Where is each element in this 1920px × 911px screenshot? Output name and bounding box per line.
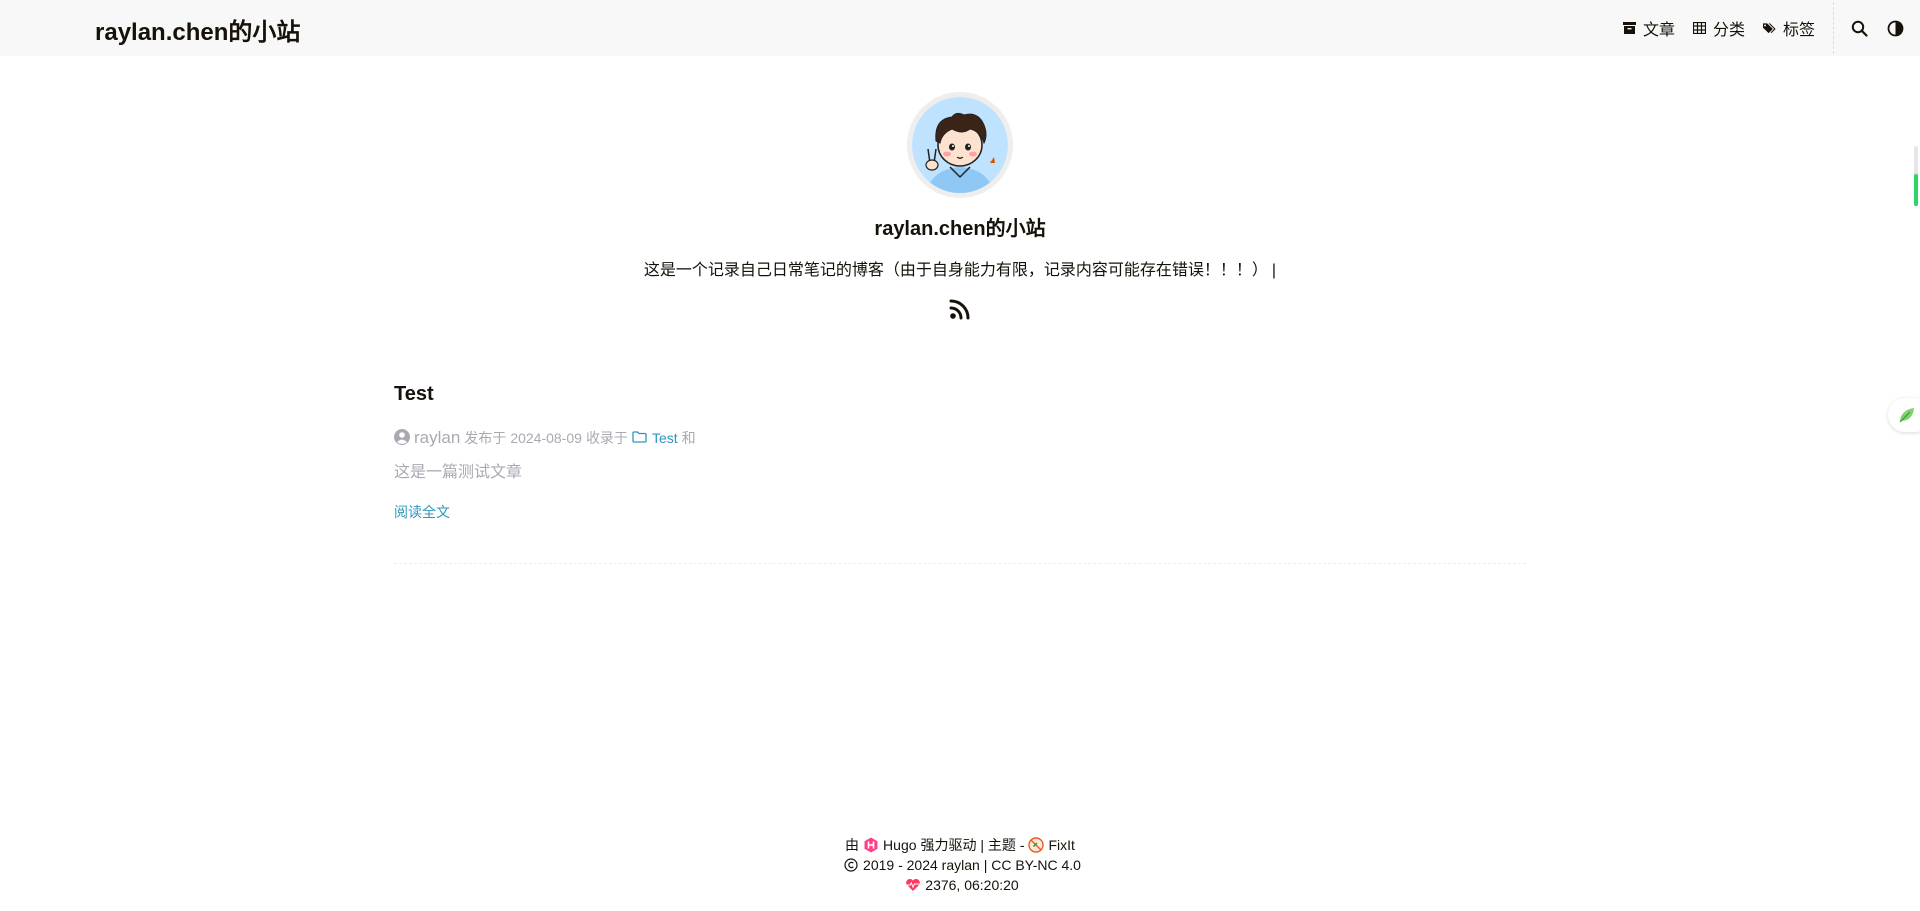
site-footer: 由 Hugo 强力驱动 | 主题 - FixIt 2019 - 2024 ray… [0, 835, 1920, 895]
rss-link[interactable] [948, 297, 972, 321]
folder-icon [632, 430, 647, 446]
grid-icon [1693, 21, 1707, 35]
read-more-link[interactable]: 阅读全文 [394, 502, 450, 522]
post-meta: raylan 发布于 2024-08-09 收录于 Test 和 [394, 428, 1526, 448]
site-header: raylan.chen的小站 文章 分类 标签 [0, 0, 1920, 56]
footer-copyright-line: 2019 - 2024 raylan | CC BY-NC 4.0 [0, 855, 1920, 875]
fixit-theme-link[interactable]: FixIt [1048, 835, 1074, 855]
fixit-icon [1028, 837, 1045, 853]
user-circle-icon [394, 428, 410, 448]
post-author[interactable]: raylan [414, 428, 460, 448]
footer-runtime-line: 2376, 06:20:20 [0, 875, 1920, 895]
footer-powered-suffix: 强力驱动 | 主题 - [920, 837, 1025, 853]
footer-powered-prefix: 由 [845, 837, 860, 853]
theme-toggle-button[interactable] [1884, 17, 1906, 39]
hugo-icon [863, 837, 879, 853]
post-category-link[interactable]: Test [632, 430, 678, 446]
post-divider [394, 563, 1526, 564]
avatar-image [912, 97, 1008, 193]
profile-subtitle-text: 这是一个记录自己日常笔记的博客（由于自身能力有限，记录内容可能存在错误！！！） [643, 262, 1268, 279]
footer-powered-line: 由 Hugo 强力驱动 | 主题 - FixIt [0, 835, 1920, 855]
published-prefix: 发布于 [464, 430, 507, 446]
typing-cursor: | [1271, 262, 1277, 279]
post-date: 2024-08-09 [510, 430, 582, 446]
tags-icon [1762, 21, 1777, 35]
profile-subtitle: 这是一个记录自己日常笔记的博客（由于自身能力有限，记录内容可能存在错误！！！） | [0, 256, 1920, 280]
heartbeat-icon [905, 877, 921, 893]
main-nav: 文章 分类 标签 [1623, 0, 1920, 56]
footer-copyright: 2019 - 2024 raylan | CC BY-NC 4.0 [863, 857, 1081, 873]
copyright-icon [843, 857, 859, 873]
nav-label-categories: 分类 [1712, 22, 1745, 39]
search-button[interactable] [1848, 17, 1870, 39]
category-suffix: 和 [681, 430, 696, 446]
profile-name: raylan.chen的小站 [874, 218, 1046, 240]
nav-divider [1833, 2, 1834, 54]
search-icon [1851, 20, 1868, 37]
nav-item-posts[interactable]: 文章 [1623, 16, 1675, 40]
reading-progress-fill [1914, 174, 1918, 206]
reading-progress-indicator [1914, 146, 1918, 206]
post-category: Test [651, 430, 678, 446]
side-widget-button[interactable] [1888, 398, 1920, 432]
nav-item-categories[interactable]: 分类 [1693, 16, 1745, 40]
archive-icon [1623, 21, 1637, 35]
post-excerpt: 这是一篇测试文章 [394, 464, 523, 481]
hugo-link[interactable]: Hugo [883, 835, 916, 855]
nav-label-tags: 标签 [1782, 22, 1815, 39]
footer-runtime: 2376, 06:20:20 [925, 877, 1019, 893]
post-title[interactable]: Test [394, 383, 434, 406]
category-prefix: 收录于 [585, 430, 628, 446]
avatar[interactable] [907, 92, 1013, 198]
theme-toggle-icon [1887, 20, 1903, 36]
post-summary-card: Test raylan 发布于 2024-08-09 收录于 Test 和 这是… [394, 383, 1526, 522]
site-title[interactable]: raylan.chen的小站 [95, 12, 300, 47]
rss-icon [949, 299, 970, 320]
nav-item-tags[interactable]: 标签 [1762, 16, 1815, 40]
leaf-icon [1899, 408, 1914, 423]
nav-label-posts: 文章 [1642, 22, 1675, 39]
